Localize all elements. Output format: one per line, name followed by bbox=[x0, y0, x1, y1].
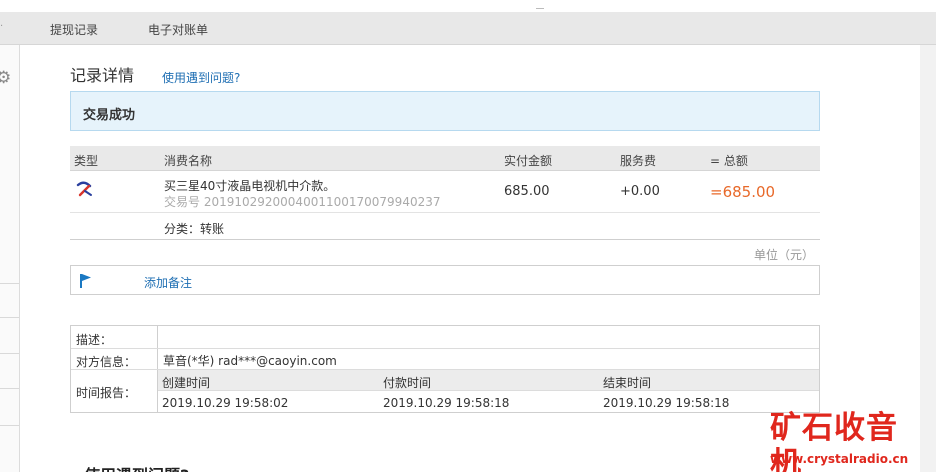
col-header-paid: 实付金额 bbox=[504, 154, 553, 168]
time-header-end: 结束时间 bbox=[603, 376, 652, 390]
table-header: 类型 消费名称 实付金额 服务费 = 总额 bbox=[70, 146, 820, 171]
item-name: 买三星40寸液晶电视机中介款。 bbox=[164, 179, 336, 193]
time-value-created: 2019.10.29 19:58:02 bbox=[162, 396, 289, 410]
watermark-url: www.crystalradio.cn bbox=[770, 452, 909, 466]
party-value: 草音(*华) rad***@caoyin.com bbox=[163, 354, 337, 368]
table-row: 买三星40寸液晶电视机中介款。 交易号 20191029200040011001… bbox=[70, 172, 820, 213]
total-amount: =685.00 bbox=[710, 183, 776, 201]
desc-label: 描述： bbox=[76, 333, 113, 347]
sidebar-divider bbox=[0, 425, 19, 426]
sidebar-divider bbox=[0, 353, 19, 354]
flag-icon bbox=[79, 273, 93, 292]
help-link[interactable]: 使用遇到问题? bbox=[162, 69, 240, 86]
unit-label: 单位（元） bbox=[754, 248, 815, 262]
time-label: 时间报告： bbox=[76, 386, 137, 400]
time-header-paid: 付款时间 bbox=[383, 376, 432, 390]
trade-number: 交易号 2019102920004001100170079940237 bbox=[164, 195, 441, 209]
sidebar-divider bbox=[0, 317, 19, 318]
status-banner: 交易成功 bbox=[70, 91, 820, 131]
top-strip bbox=[0, 0, 936, 12]
col-header-name: 消费名称 bbox=[164, 154, 213, 168]
right-gutter bbox=[920, 45, 936, 472]
time-header-created: 创建时间 bbox=[162, 376, 211, 390]
party-label: 对方信息： bbox=[76, 355, 137, 369]
col-header-total: = 总额 bbox=[710, 154, 748, 168]
col-header-type: 类型 bbox=[74, 154, 99, 168]
time-value-paid: 2019.10.29 19:58:18 bbox=[383, 396, 510, 410]
gear-icon[interactable]: ⚙ bbox=[0, 69, 14, 87]
left-sidebar: ⚙ bbox=[0, 45, 20, 472]
watermark-logo: 矿石收音机 www.crystalradio.cn bbox=[768, 410, 928, 472]
transfer-icon bbox=[76, 180, 94, 201]
bottom-help-heading: 使用遇到问题? bbox=[84, 462, 189, 472]
nav-tab-withdraw-records[interactable]: 提现记录 bbox=[50, 21, 98, 38]
note-box: 添加备注 bbox=[70, 265, 820, 295]
sidebar-divider bbox=[0, 388, 19, 389]
time-value-end: 2019.10.29 19:58:18 bbox=[603, 396, 730, 410]
sidebar-divider bbox=[0, 283, 19, 284]
info-table: 描述： 对方信息： 草音(*华) rad***@caoyin.com 创建时间 … bbox=[70, 325, 820, 413]
add-note-link[interactable]: 添加备注 bbox=[144, 274, 192, 291]
info-row-divider bbox=[71, 348, 819, 349]
status-text: 交易成功 bbox=[83, 108, 136, 123]
paid-amount: 685.00 bbox=[504, 184, 550, 199]
category-row: 分类：转账 bbox=[70, 213, 820, 240]
page-title: 记录详情 bbox=[70, 66, 135, 85]
service-fee: +0.00 bbox=[620, 184, 660, 199]
nav-overflow-icon: · bbox=[0, 21, 4, 32]
nav-tab-e-statement[interactable]: 电子对账单 bbox=[148, 21, 208, 38]
time-header-row bbox=[158, 370, 819, 391]
category-text: 分类：转账 bbox=[164, 222, 225, 236]
col-header-fee: 服务费 bbox=[620, 154, 657, 168]
top-navbar: · 提现记录 电子对账单 bbox=[0, 12, 936, 45]
